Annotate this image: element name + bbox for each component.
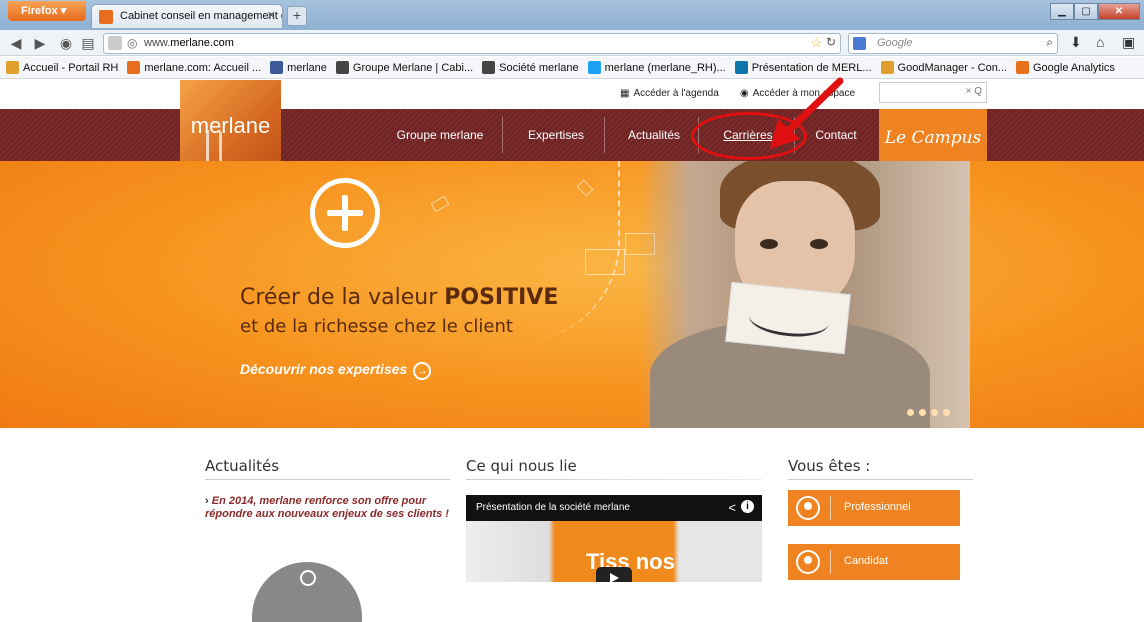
browser-titlebar: Firefox ▾ Cabinet conseil en management … — [0, 0, 1144, 30]
bookmarks-bar: Accueil - Portail RH merlane.com: Accuei… — [0, 57, 1144, 79]
bookmark-item[interactable]: merlane — [270, 61, 327, 74]
arrow-right-circle-icon: → — [413, 362, 432, 380]
twitter-icon — [587, 61, 601, 74]
hero-photo-eye — [810, 239, 828, 249]
close-tab-icon[interactable]: ✕ — [267, 9, 276, 22]
clock-illustration — [252, 562, 362, 622]
firefox-menu-button[interactable]: Firefox ▾ — [8, 1, 86, 21]
back-arrow-icon[interactable]: ◀ — [6, 33, 26, 53]
google-icon — [853, 37, 866, 50]
nav-divider — [502, 117, 503, 153]
analytics-icon — [1015, 61, 1029, 74]
chevron-right-icon: › — [205, 495, 212, 507]
url-bar[interactable]: ◎ www.merlane.com ☆ ↻ — [103, 33, 841, 54]
you-are-section-title: Vous êtes : — [788, 457, 871, 475]
discover-expertises-link[interactable]: Découvrir nos expertises → — [240, 361, 432, 380]
forward-arrow-icon[interactable]: ▶ — [30, 33, 50, 53]
bookmark-item[interactable]: Société merlane — [482, 61, 579, 74]
nav-divider — [604, 117, 605, 153]
logo-wordmark: merlane — [190, 113, 271, 138]
home-icon[interactable]: ⌂ — [1096, 34, 1104, 50]
globe-icon: ◎ — [127, 36, 138, 50]
bookmark-item[interactable]: GoodManager - Con... — [880, 61, 1007, 74]
viadeo-icon — [482, 61, 496, 74]
user-icon — [796, 550, 820, 574]
bookmark-star-icon[interactable]: ☆ — [810, 35, 822, 51]
links-section-title: Ce qui nous lie — [466, 457, 577, 475]
nav-expertises[interactable]: Expertises — [510, 109, 602, 161]
nav-actualites[interactable]: Actualités — [612, 109, 696, 161]
reload-icon[interactable]: ↻ — [826, 35, 836, 49]
play-button-icon[interactable] — [596, 567, 632, 582]
close-window-button[interactable]: ✕ — [1098, 3, 1140, 20]
search-bar[interactable]: Google ⌕ — [848, 33, 1058, 54]
button-divider — [830, 496, 831, 520]
site-favicon-icon — [99, 10, 113, 24]
viadeo-icon — [335, 61, 349, 74]
window-controls: ▁ ▢ ✕ — [1050, 3, 1140, 20]
divider — [788, 479, 973, 480]
download-icon[interactable]: ⬇ — [1070, 34, 1082, 51]
calendar-icon: ▦ — [620, 88, 630, 99]
user-icon — [796, 496, 820, 520]
decorative-doodle — [585, 249, 625, 275]
browser-tab[interactable]: Cabinet conseil en management grh res...… — [91, 4, 283, 28]
candidat-button[interactable]: Candidat — [788, 544, 960, 580]
web-page: ▦ Accéder à l'agenda ◉ Accéder à mon espac… — [0, 77, 1144, 622]
news-item-link[interactable]: › En 2014, merlane renforce son offre po… — [205, 495, 455, 521]
bookmark-item[interactable]: Accueil - Portail RH — [6, 61, 118, 74]
user-circle-icon: ◉ — [740, 88, 749, 99]
search-icon[interactable]: ⌕ — [1046, 35, 1053, 50]
bookmark-item[interactable]: Groupe Merlane | Cabi... — [335, 61, 473, 74]
sidebar-icon[interactable]: ▤ — [78, 33, 98, 53]
url-prefix: www. — [144, 37, 171, 49]
decorative-arrow-icon — [430, 195, 450, 213]
plus-circle-icon — [310, 178, 380, 248]
smile-card-image — [725, 281, 851, 355]
slider-dot[interactable] — [943, 409, 950, 416]
video-player[interactable]: Présentation de la société merlane < i T… — [466, 495, 762, 582]
browser-navbar: ◀ ▶ ◉ ▤ ◎ www.merlane.com ☆ ↻ Google ⌕ ⬇… — [0, 30, 1144, 56]
bookmark-favicon-icon — [6, 61, 19, 74]
bookmark-item[interactable]: Présentation de MERL... — [734, 61, 872, 74]
maximize-button[interactable]: ▢ — [1074, 3, 1098, 20]
video-title: Présentation de la société merlane — [466, 495, 762, 521]
slider-dot[interactable] — [919, 409, 926, 416]
slider-pagination — [907, 409, 955, 416]
hero-banner: Créer de la valeur POSITIVE et de la ric… — [0, 161, 1144, 428]
slider-dot[interactable] — [907, 409, 914, 416]
share-icon[interactable]: < — [728, 500, 736, 515]
search-placeholder: Google — [877, 37, 913, 49]
tab-title: Cabinet conseil en management grh res... — [120, 10, 282, 22]
divider — [205, 479, 450, 480]
hero-headline: Créer de la valeur POSITIVE — [240, 285, 559, 310]
news-section-title: Actualités — [205, 457, 280, 475]
professionnel-button[interactable]: Professionnel — [788, 490, 960, 526]
bookmark-item[interactable]: merlane (merlane_RH)... — [587, 61, 726, 74]
new-tab-button[interactable]: + — [287, 6, 307, 26]
identity-icon[interactable]: ◉ — [56, 33, 76, 53]
hero-subheadline: et de la richesse chez le client — [240, 316, 513, 337]
nav-groupe-merlane[interactable]: Groupe merlane — [380, 109, 500, 161]
slider-dot[interactable] — [931, 409, 938, 416]
info-icon[interactable]: i — [741, 500, 754, 513]
menu-icon[interactable]: ▣ — [1122, 34, 1135, 51]
divider — [466, 479, 762, 480]
site-search-input[interactable]: × Q — [879, 82, 987, 103]
annotation-arrow-icon — [770, 77, 844, 149]
url-host: merlane.com — [170, 37, 234, 49]
bookmark-favicon-icon — [880, 61, 894, 74]
button-divider — [830, 550, 831, 574]
bookmark-item[interactable]: merlane.com: Accueil ... — [127, 61, 261, 74]
linkedin-icon — [734, 61, 748, 74]
agenda-link[interactable]: ▦ Accéder à l'agenda — [620, 88, 719, 99]
site-identity-icon — [108, 36, 122, 50]
hero-photo-eye — [760, 239, 778, 249]
facebook-icon — [270, 61, 284, 74]
bookmark-favicon-icon — [127, 61, 141, 74]
search-clear-icon[interactable]: × Q — [966, 86, 982, 97]
bookmark-item[interactable]: Google Analytics — [1015, 61, 1115, 74]
minimize-button[interactable]: ▁ — [1050, 3, 1074, 20]
